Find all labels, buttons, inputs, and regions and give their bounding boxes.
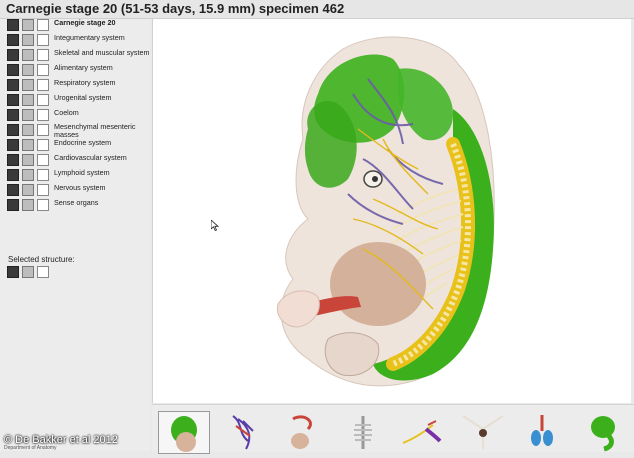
dark-swatch[interactable] bbox=[7, 49, 19, 61]
skeleton-thumb-icon bbox=[354, 416, 372, 449]
sidebar-item-label: Nervous system bbox=[54, 183, 106, 192]
dark-swatch[interactable] bbox=[7, 124, 19, 136]
dark-swatch[interactable] bbox=[7, 109, 19, 121]
dark-swatch[interactable] bbox=[7, 154, 19, 166]
dark-swatch[interactable] bbox=[7, 34, 19, 46]
vascular-thumb-icon bbox=[232, 415, 254, 450]
selected-structure-label: Selected structure: bbox=[8, 255, 75, 264]
light-swatch[interactable] bbox=[37, 154, 49, 166]
dark-swatch[interactable] bbox=[7, 79, 19, 91]
sidebar-item-label: Alimentary system bbox=[54, 63, 113, 72]
medium-swatch[interactable] bbox=[22, 79, 34, 91]
medium-swatch[interactable] bbox=[22, 109, 34, 121]
sidebar-item-label: Coelom bbox=[54, 108, 79, 117]
sidebar-item-label: Carnegie stage 20 bbox=[54, 18, 116, 27]
medium-swatch[interactable] bbox=[22, 266, 34, 278]
window-title: Carnegie stage 20 (51-53 days, 15.9 mm) … bbox=[6, 1, 345, 16]
medium-swatch[interactable] bbox=[22, 154, 34, 166]
light-swatch[interactable] bbox=[37, 79, 49, 91]
dark-swatch[interactable] bbox=[7, 184, 19, 196]
gut-thumb-icon bbox=[291, 415, 312, 449]
thumbnail-strip bbox=[152, 404, 634, 454]
title-bar: Carnegie stage 20 (51-53 days, 15.9 mm) … bbox=[0, 0, 634, 19]
thumbnail-vascular[interactable] bbox=[218, 411, 268, 452]
thumbnail-nerves[interactable] bbox=[458, 411, 508, 452]
sidebar-item-label: Sense organs bbox=[54, 198, 99, 207]
dark-swatch[interactable] bbox=[7, 199, 19, 211]
medium-swatch[interactable] bbox=[22, 49, 34, 61]
light-swatch[interactable] bbox=[37, 94, 49, 106]
dark-swatch[interactable] bbox=[7, 169, 19, 181]
medium-swatch[interactable] bbox=[22, 34, 34, 46]
embryo-3d-viewport[interactable] bbox=[152, 19, 631, 403]
light-swatch[interactable] bbox=[37, 64, 49, 76]
thumbnail-brain[interactable] bbox=[578, 411, 628, 452]
sidebar-item-label: Urogenital system bbox=[54, 93, 112, 102]
dark-swatch[interactable] bbox=[7, 19, 19, 31]
light-swatch[interactable] bbox=[37, 34, 49, 46]
embryo-thumb-icon bbox=[171, 416, 197, 452]
sidebar-item-label: Lymphoid system bbox=[54, 168, 110, 177]
sidebar: Carnegie stage 20 Integumentary system S… bbox=[0, 19, 150, 451]
medium-swatch[interactable] bbox=[22, 64, 34, 76]
vessels-thumb-icon bbox=[402, 420, 442, 444]
heart-thumb-icon bbox=[531, 415, 553, 446]
thumbnail-embryo[interactable] bbox=[158, 411, 210, 454]
department-label: Department of Anatomy bbox=[4, 445, 57, 451]
sidebar-item-label: Cardiovascular system bbox=[54, 153, 127, 162]
medium-swatch[interactable] bbox=[22, 19, 34, 31]
pupil bbox=[372, 176, 378, 182]
medium-swatch[interactable] bbox=[22, 169, 34, 181]
nerves-thumb-icon bbox=[462, 415, 504, 449]
thumbnail-vessels[interactable] bbox=[398, 411, 448, 452]
dark-swatch[interactable] bbox=[7, 94, 19, 106]
light-swatch[interactable] bbox=[37, 139, 49, 151]
embryo-model[interactable] bbox=[153, 19, 631, 403]
thumbnail-heart[interactable] bbox=[518, 411, 568, 452]
liver bbox=[330, 242, 426, 326]
sidebar-item-label: Endocrine system bbox=[54, 138, 112, 147]
light-swatch[interactable] bbox=[37, 199, 49, 211]
medium-swatch[interactable] bbox=[22, 199, 34, 211]
light-swatch[interactable] bbox=[37, 49, 49, 61]
light-swatch[interactable] bbox=[37, 169, 49, 181]
mouse-cursor-icon bbox=[211, 220, 219, 231]
thumbnail-skeleton[interactable] bbox=[338, 411, 388, 452]
light-swatch[interactable] bbox=[37, 266, 49, 278]
sidebar-item-label: Respiratory system bbox=[54, 78, 116, 87]
medium-swatch[interactable] bbox=[22, 184, 34, 196]
light-swatch[interactable] bbox=[37, 184, 49, 196]
light-swatch[interactable] bbox=[37, 124, 49, 136]
medium-swatch[interactable] bbox=[22, 94, 34, 106]
medium-swatch[interactable] bbox=[22, 124, 34, 136]
dark-swatch[interactable] bbox=[7, 64, 19, 76]
sidebar-item-label: Integumentary system bbox=[54, 33, 125, 42]
sidebar-item-label: Mesenchymal mesenteric masses bbox=[54, 122, 136, 139]
dark-swatch[interactable] bbox=[7, 139, 19, 151]
dark-swatch[interactable] bbox=[7, 266, 19, 278]
light-swatch[interactable] bbox=[37, 19, 49, 31]
sidebar-item-label: Skeletal and muscular system bbox=[54, 48, 150, 57]
medium-swatch[interactable] bbox=[22, 139, 34, 151]
light-swatch[interactable] bbox=[37, 109, 49, 121]
brain-thumb-icon bbox=[591, 416, 615, 452]
thumbnail-gut[interactable] bbox=[278, 411, 328, 452]
